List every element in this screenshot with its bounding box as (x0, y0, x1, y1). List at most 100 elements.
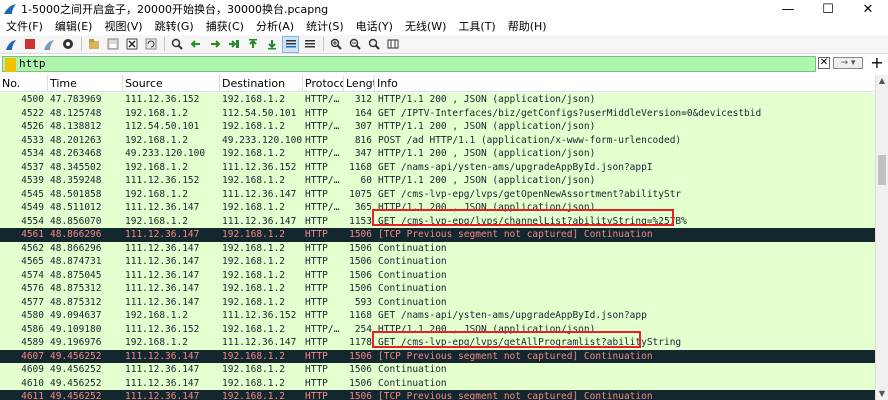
normal-size-icon[interactable] (365, 36, 382, 53)
zoom-in-icon[interactable] (327, 36, 344, 53)
packet-length: 254 (354, 323, 372, 335)
packet-row[interactable]: 4549 48.511012 111.12.36.147 192.168.1.2 HTT… (0, 201, 875, 215)
packet-row[interactable]: 4500 47.783969 111.12.36.152 192.168.1.2 HTT… (0, 93, 875, 107)
menu-help[interactable]: 帮助(H) (502, 18, 553, 35)
packet-row[interactable]: 4609 49.456252 111.12.36.147 192.168.1.2 HTT… (0, 363, 875, 377)
packet-list-scrollbar[interactable]: ▲ ▼ (875, 75, 888, 400)
start-capture-icon[interactable] (2, 36, 19, 53)
packet-length: 307 (354, 121, 372, 132)
apply-filter-button[interactable]: → ▾ (833, 57, 863, 69)
menu-go[interactable]: 跳转(G) (149, 18, 200, 35)
close-file-icon[interactable] (123, 36, 140, 53)
menu-view[interactable]: 视图(V) (98, 18, 148, 35)
packet-row[interactable]: 4610 49.456252 111.12.36.147 192.168.1.2 HTT… (0, 376, 875, 390)
find-packet-icon[interactable] (168, 36, 185, 53)
column-header-no[interactable]: No. (0, 75, 48, 92)
last-packet-icon[interactable] (263, 36, 280, 53)
packet-row[interactable]: 4545 48.501858 192.168.1.2 111.12.36.147 HTT… (0, 187, 875, 201)
reload-file-icon[interactable] (142, 36, 159, 53)
packet-source: 111.12.36.147 (125, 256, 200, 267)
packet-destination: 192.168.1.2 (222, 377, 285, 389)
column-header-time[interactable]: Time (48, 75, 123, 92)
zoom-out-icon[interactable] (346, 36, 363, 53)
filter-bookmark-icon[interactable] (5, 58, 16, 72)
menu-wireless[interactable]: 无线(W) (399, 18, 452, 35)
scroll-thumb[interactable] (878, 155, 886, 185)
packet-row[interactable]: 4522 48.125748 192.168.1.2 112.54.50.101 HTT… (0, 106, 875, 120)
scroll-down-arrow-icon[interactable]: ▼ (876, 388, 888, 400)
autoscroll-icon[interactable] (282, 35, 299, 53)
go-back-icon[interactable] (187, 36, 204, 53)
packet-number: 4561 (21, 229, 44, 240)
menu-capture[interactable]: 捕获(C) (200, 18, 250, 35)
display-filter-value: http (19, 57, 46, 70)
packet-protocol: HTTP (305, 310, 328, 321)
packet-row[interactable]: 4577 48.875312 111.12.36.147 192.168.1.2 HTT… (0, 295, 875, 309)
packet-row[interactable]: 4537 48.345502 192.168.1.2 111.12.36.152 HTT… (0, 160, 875, 174)
column-header-protocol[interactable]: Protoco (303, 75, 344, 92)
packet-row[interactable]: 4586 49.109180 111.12.36.152 192.168.1.2 HTT… (0, 322, 875, 336)
first-packet-icon[interactable] (244, 36, 261, 53)
packet-source: 192.168.1.2 (125, 134, 188, 146)
save-file-icon[interactable] (104, 36, 121, 53)
packet-row[interactable]: 4526 48.138812 112.54.50.101 192.168.1.2 HTT… (0, 120, 875, 134)
column-header-destination[interactable]: Destination (220, 75, 303, 92)
packet-row[interactable]: 4574 48.875045 111.12.36.147 192.168.1.2 HTT… (0, 268, 875, 282)
menu-file[interactable]: 文件(F) (0, 18, 49, 35)
packet-row[interactable]: 4580 49.094637 192.168.1.2 111.12.36.152 HTT… (0, 309, 875, 323)
column-header-length[interactable]: Length (344, 75, 375, 92)
packet-source: 192.168.1.2 (125, 188, 188, 200)
colorize-icon[interactable] (301, 36, 318, 53)
restart-capture-icon[interactable] (40, 36, 57, 53)
packet-source: 192.168.1.2 (125, 337, 188, 348)
open-file-icon[interactable] (85, 36, 102, 53)
packet-row[interactable]: 4539 48.359248 111.12.36.152 192.168.1.2 HTT… (0, 174, 875, 188)
stop-capture-icon[interactable] (21, 36, 38, 53)
packet-source: 111.12.36.152 (125, 323, 200, 335)
packet-row[interactable]: 4607 49.456252 111.12.36.147 192.168.1.2 HTT… (0, 349, 875, 363)
packet-row[interactable]: 4561 48.866296 111.12.36.147 192.168.1.2 HTT… (0, 228, 875, 242)
menu-analyze[interactable]: 分析(A) (250, 18, 300, 35)
packet-time: 48.359248 (50, 175, 102, 186)
close-button[interactable]: ✕ (848, 0, 888, 18)
packet-info: Continuation (378, 377, 447, 389)
packet-source: 111.12.36.147 (125, 269, 200, 281)
capture-options-icon[interactable] (59, 36, 76, 53)
packet-protocol: HTTP (305, 283, 328, 294)
menu-statistics[interactable]: 统计(S) (300, 18, 350, 35)
go-to-packet-icon[interactable] (225, 36, 242, 53)
display-filter-input[interactable]: http (2, 56, 816, 72)
packet-protocol: HTTP (305, 229, 328, 240)
packet-source: 111.12.36.147 (125, 364, 200, 375)
packet-destination: 192.168.1.2 (222, 242, 285, 254)
title-bar: 1-5000之间开启盒子，20000开始换台，30000换台.pcapng (0, 0, 888, 18)
packet-source: 111.12.36.147 (125, 391, 200, 400)
menu-edit[interactable]: 编辑(E) (49, 18, 99, 35)
scroll-up-arrow-icon[interactable]: ▲ (876, 75, 888, 87)
menu-telephony[interactable]: 电话(Y) (350, 18, 399, 35)
packet-row[interactable]: 4565 48.874731 111.12.36.147 192.168.1.2 HTT… (0, 255, 875, 269)
add-filter-button[interactable]: + (869, 55, 885, 71)
packet-row[interactable]: 4562 48.866296 111.12.36.147 192.168.1.2 HTT… (0, 241, 875, 255)
packet-row[interactable]: 4533 48.201263 192.168.1.2 49.233.120.100 HT… (0, 133, 875, 147)
toolbar-separator (164, 37, 165, 51)
packet-protocol: HTTP (305, 188, 328, 200)
column-header-source[interactable]: Source (123, 75, 220, 92)
packet-row[interactable]: 4611 49.456252 111.12.36.147 192.168.1.2 HTT… (0, 390, 875, 400)
go-forward-icon[interactable] (206, 36, 223, 53)
toolbar-separator (81, 37, 82, 51)
packet-time: 48.263468 (50, 148, 102, 159)
packet-row[interactable]: 4554 48.856070 192.168.1.2 111.12.36.147 HTT… (0, 214, 875, 228)
packet-row[interactable]: 4589 49.196976 192.168.1.2 111.12.36.147 HTT… (0, 336, 875, 350)
resize-columns-icon[interactable] (384, 36, 401, 53)
packet-destination: 192.168.1.2 (222, 283, 285, 294)
column-header-info[interactable]: Info (375, 75, 875, 92)
minimize-button[interactable]: — (768, 0, 808, 18)
packet-row[interactable]: 4576 48.875312 111.12.36.147 192.168.1.2 HTT… (0, 282, 875, 296)
packet-info: HTTP/1.1 200 , JSON (application/json) (378, 148, 596, 159)
packet-row[interactable]: 4534 48.263468 49.233.120.100 192.168.1.2 HT… (0, 147, 875, 161)
packet-info: [TCP Previous segment not captured] Cont… (378, 229, 653, 240)
clear-filter-button[interactable]: ✕ (818, 57, 830, 69)
menu-tools[interactable]: 工具(T) (452, 18, 501, 35)
maximize-button[interactable]: ☐ (808, 0, 848, 18)
